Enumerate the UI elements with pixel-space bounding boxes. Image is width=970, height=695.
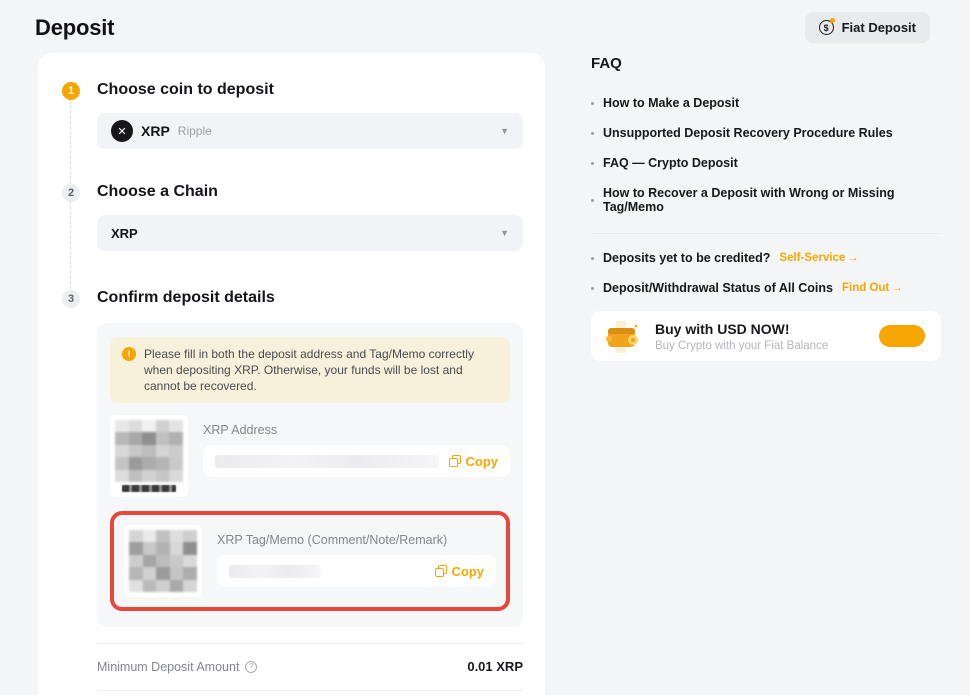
fiat-deposit-button[interactable]: $ Fiat Deposit [805, 12, 930, 43]
divider [97, 690, 523, 691]
tag-memo-label: XRP Tag/Memo (Comment/Note/Remark) [217, 533, 496, 547]
step-2-badge: 2 [62, 184, 80, 202]
redacted-address-value [215, 455, 439, 468]
arrow-right-icon: → [847, 252, 859, 264]
main-content: 1 Choose coin to deposit ✕ XRP Ripple ▼ … [0, 53, 970, 695]
status-action-row: Deposit/Withdrawal Status of All Coins F… [591, 281, 941, 295]
bullet-icon [591, 287, 594, 290]
find-out-link[interactable]: Find Out → [842, 282, 903, 294]
min-deposit-label: Minimum Deposit Amount [97, 660, 239, 674]
tag-memo-highlight-box: XRP Tag/Memo (Comment/Note/Remark) Copy [110, 511, 510, 611]
faq-sidebar: FAQ How to Make a Deposit Unsupported De… [591, 53, 941, 361]
chevron-down-icon: ▼ [500, 126, 509, 136]
address-label: XRP Address [203, 423, 510, 437]
bullet-icon [591, 102, 594, 105]
step-1-title: Choose coin to deposit [97, 81, 523, 99]
step-3-confirm-details: 3 Confirm deposit details ! Please fill … [62, 289, 523, 695]
faq-link-recover-tag-memo[interactable]: How to Recover a Deposit with Wrong or M… [591, 186, 941, 214]
redacted-tag-value [229, 565, 321, 578]
status-question: Deposit/Withdrawal Status of All Coins [603, 281, 833, 295]
warning-icon: ! [122, 347, 136, 361]
credited-question: Deposits yet to be credited? [603, 251, 770, 265]
chain-value: XRP [111, 226, 138, 241]
banner-title: Buy with USD NOW! [655, 321, 828, 337]
qr-blurred-image [129, 530, 197, 592]
fiat-coin-icon: $ [819, 20, 834, 35]
qr-blurred-image [115, 420, 183, 482]
page-header: Deposit $ Fiat Deposit [0, 0, 970, 49]
arrow-right-icon: → [891, 282, 903, 294]
step-2-choose-chain: 2 Choose a Chain XRP ▼ [62, 183, 523, 251]
min-deposit-row: Minimum Deposit Amount ? 0.01 XRP [97, 659, 523, 674]
coin-symbol: XRP [141, 123, 170, 139]
step-1-choose-coin: 1 Choose coin to deposit ✕ XRP Ripple ▼ [62, 81, 523, 149]
copy-address-button[interactable]: Copy [449, 454, 499, 469]
deposit-details-panel: ! Please fill in both the deposit addres… [97, 323, 523, 627]
coin-select[interactable]: ✕ XRP Ripple ▼ [97, 113, 523, 149]
address-qr-code [110, 415, 188, 497]
step-1-badge: 1 [62, 82, 80, 100]
faq-link-unsupported-recovery[interactable]: Unsupported Deposit Recovery Procedure R… [591, 126, 941, 140]
buy-usd-banner[interactable]: Buy with USD NOW! Buy Crypto with your F… [591, 311, 941, 361]
banner-subtitle: Buy Crypto with your Fiat Balance [655, 340, 828, 352]
copy-tag-button[interactable]: Copy [435, 564, 485, 579]
bullet-icon [591, 257, 594, 260]
address-row: XRP Address Copy [110, 415, 510, 497]
coin-fullname: Ripple [178, 124, 212, 138]
banner-arrow-button[interactable] [879, 325, 925, 347]
faq-link-make-deposit[interactable]: How to Make a Deposit [591, 96, 941, 110]
xrp-coin-icon: ✕ [111, 120, 133, 142]
divider [591, 233, 941, 234]
faq-link-crypto-deposit[interactable]: FAQ — Crypto Deposit [591, 156, 941, 170]
bullet-icon [591, 162, 594, 165]
credited-action-row: Deposits yet to be credited? Self-Servic… [591, 251, 941, 265]
step-3-title: Confirm deposit details [97, 289, 523, 307]
warning-text: Please fill in both the deposit address … [144, 346, 498, 394]
help-icon[interactable]: ? [245, 661, 257, 673]
redacted-address-text [122, 485, 175, 492]
page-title: Deposit [35, 15, 114, 41]
step-3-badge: 3 [62, 290, 80, 308]
copy-icon [449, 455, 461, 467]
tag-qr-code [124, 525, 202, 597]
bullet-icon [591, 199, 594, 202]
step-2-title: Choose a Chain [97, 183, 523, 201]
tag-memo-warning: ! Please fill in both the deposit addres… [110, 337, 510, 403]
copy-icon [435, 565, 447, 577]
tag-memo-row: XRP Tag/Memo (Comment/Note/Remark) Copy [124, 525, 496, 597]
bullet-icon [591, 132, 594, 135]
min-deposit-value: 0.01 XRP [467, 659, 523, 674]
wallet-icon [603, 316, 643, 356]
faq-title: FAQ [591, 55, 941, 72]
address-field: Copy [203, 445, 510, 477]
chain-select[interactable]: XRP ▼ [97, 215, 523, 251]
fiat-deposit-label: Fiat Deposit [842, 20, 916, 35]
deposit-card: 1 Choose coin to deposit ✕ XRP Ripple ▼ … [38, 53, 545, 695]
chevron-down-icon: ▼ [500, 228, 509, 238]
tag-memo-field: Copy [217, 555, 496, 587]
divider [97, 643, 523, 644]
self-service-link[interactable]: Self-Service → [779, 252, 858, 264]
